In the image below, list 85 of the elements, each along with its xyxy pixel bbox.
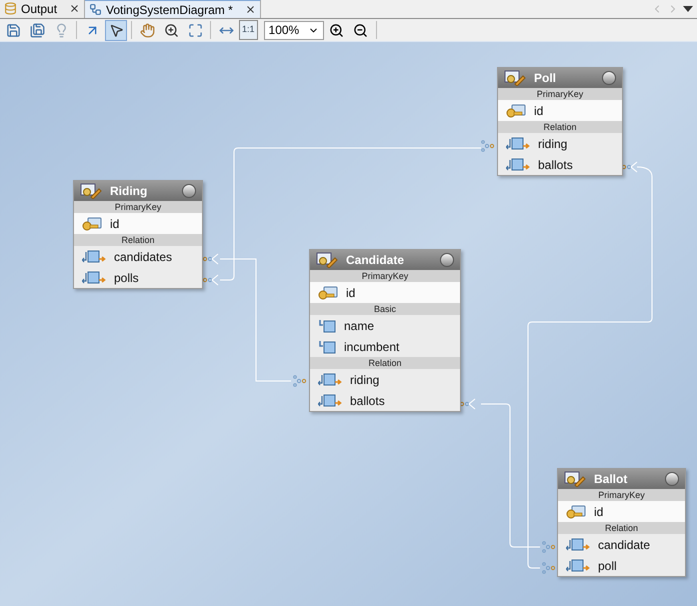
entity-icon <box>80 183 102 199</box>
field-name: name <box>344 318 374 334</box>
relation-icon <box>318 393 342 408</box>
key-icon <box>318 286 338 300</box>
entity-title: Ballot <box>594 471 628 488</box>
pointer-icon <box>108 22 124 38</box>
relation-icon <box>566 537 590 552</box>
field-row[interactable]: ballots <box>498 154 622 175</box>
toolbar-button[interactable] <box>105 20 127 40</box>
section-header: PrimaryKey <box>74 201 202 213</box>
connector-line[interactable] <box>528 162 652 574</box>
close-icon[interactable] <box>244 4 256 15</box>
field-name: riding <box>350 372 380 388</box>
field-name: id <box>534 102 544 120</box>
diagram-icon <box>89 3 102 16</box>
section-header: Basic <box>310 303 460 315</box>
attribute-icon <box>318 318 336 332</box>
field-name: ballots <box>350 392 385 410</box>
key-icon <box>82 216 102 230</box>
entity-icon <box>564 471 586 487</box>
relation-icon <box>318 372 342 387</box>
field-name: poll <box>598 558 617 574</box>
output-icon <box>4 2 17 15</box>
actual-size-button[interactable]: 1:1 <box>239 20 258 40</box>
entity-icon <box>316 252 338 268</box>
zoom-region-icon <box>164 22 178 38</box>
field-row[interactable]: poll <box>558 555 685 576</box>
entity-node[interactable]: Riding PrimaryKey id Relation candidates polls <box>73 180 203 289</box>
field-row[interactable]: polls <box>74 267 202 288</box>
entity-title: Candidate <box>346 252 406 269</box>
relation-icon <box>506 136 530 151</box>
field-row[interactable]: riding <box>310 369 460 390</box>
collapse-button[interactable] <box>182 184 196 198</box>
field-row[interactable]: riding <box>498 133 622 154</box>
key-icon <box>566 504 586 518</box>
relation-icon <box>566 558 590 573</box>
save-all-icon <box>30 22 44 38</box>
hand-icon <box>140 22 154 38</box>
attribute-icon <box>318 340 336 354</box>
collapse-button[interactable] <box>665 472 679 486</box>
field-row[interactable]: incumbent <box>310 336 460 357</box>
relation-icon <box>82 249 106 264</box>
field-name: riding <box>538 136 568 152</box>
field-row[interactable]: ballots <box>310 390 460 411</box>
section-header: PrimaryKey <box>310 270 460 282</box>
field-row[interactable]: name <box>310 315 460 336</box>
field-name: ballots <box>538 156 573 174</box>
collapse-button[interactable] <box>440 253 454 267</box>
section-header: Relation <box>498 121 622 133</box>
relation-icon <box>82 270 106 285</box>
connector-line[interactable] <box>202 140 494 286</box>
field-name: id <box>594 504 604 520</box>
field-name: candidates <box>114 248 172 266</box>
zoom-select[interactable]: 100% <box>264 20 324 40</box>
save-icon <box>6 22 20 38</box>
field-name: candidate <box>598 536 650 554</box>
field-name: polls <box>114 270 139 286</box>
section-header: PrimaryKey <box>558 489 685 501</box>
tab-label: VotingSystemDiagram * <box>106 2 233 18</box>
relation-icon <box>506 157 530 172</box>
key-icon <box>506 104 526 118</box>
field-name: id <box>110 216 120 232</box>
section-header: Relation <box>310 357 460 369</box>
entity-title: Poll <box>534 70 558 87</box>
tab-label: Output <box>21 0 58 18</box>
entity-node[interactable]: Poll PrimaryKey id Relation riding ballots <box>497 67 623 176</box>
fit-diagram-icon <box>188 22 202 38</box>
dropdown-icon[interactable] <box>683 6 693 12</box>
close-icon[interactable] <box>69 3 80 14</box>
zoom-out-icon <box>353 22 368 38</box>
section-header: Relation <box>558 522 685 534</box>
entity-title: Riding <box>110 183 148 200</box>
tab[interactable]: VotingSystemDiagram * <box>85 0 261 18</box>
entity-icon <box>504 70 526 86</box>
entity-node[interactable]: Ballot PrimaryKey id Relation candidate poll <box>557 468 686 577</box>
field-name: incumbent <box>344 338 400 356</box>
section-header: Relation <box>74 234 202 246</box>
field-row[interactable]: candidates <box>74 246 202 267</box>
collapse-button[interactable] <box>602 71 616 85</box>
section-header: PrimaryKey <box>498 88 622 100</box>
tab[interactable]: Output <box>0 0 86 18</box>
zoom-in-icon <box>329 22 344 38</box>
entity-node[interactable]: Candidate PrimaryKey id Basic name incumbent Relation riding ballots <box>309 249 461 412</box>
field-row[interactable]: candidate <box>558 534 685 555</box>
field-name: id <box>346 284 356 302</box>
